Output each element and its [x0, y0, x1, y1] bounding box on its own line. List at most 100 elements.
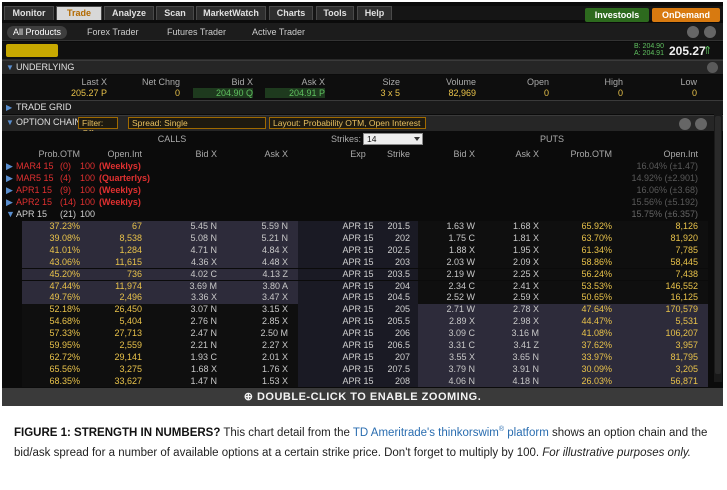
option-cell[interactable]: 26.03%	[552, 376, 612, 386]
scrollbar-thumb[interactable]	[715, 116, 721, 374]
option-cell[interactable]: 47.44%	[20, 281, 80, 291]
option-cell[interactable]: 54.68%	[20, 316, 80, 326]
section-menu-icon[interactable]	[707, 62, 718, 73]
option-cell[interactable]: 3.80 A	[228, 281, 288, 291]
column-header[interactable]: Strike	[348, 149, 410, 159]
option-cell[interactable]: 3,957	[638, 340, 698, 350]
option-cell[interactable]: 7,438	[638, 269, 698, 279]
option-cell[interactable]: 8,126	[638, 221, 698, 231]
option-cell[interactable]: 146,552	[638, 281, 698, 291]
option-cell[interactable]: 3.31 C	[415, 340, 475, 350]
option-cell[interactable]: 5.59 N	[228, 221, 288, 231]
symbol-input[interactable]	[6, 44, 58, 57]
option-cell[interactable]: 1.68 X	[157, 364, 217, 374]
investools-button[interactable]: Investools	[585, 8, 649, 22]
option-row[interactable]: 43.06% 11,615 4.36 X 4.48 X APR 15 203 2.03 W2…	[2, 256, 714, 269]
subtab-forex-trader[interactable]: Forex Trader	[87, 26, 139, 39]
option-cell[interactable]: 81,920	[638, 233, 698, 243]
option-cell[interactable]: 2.01 X	[228, 352, 288, 362]
option-cell[interactable]: 30.09%	[552, 364, 612, 374]
option-cell[interactable]: 2.98 X	[479, 316, 539, 326]
subtab-active-trader[interactable]: Active Trader	[252, 26, 305, 39]
option-cell[interactable]: 3,205	[638, 364, 698, 374]
menu-tab-trade[interactable]: Trade	[56, 6, 102, 20]
option-row[interactable]: 41.01% 1,284 4.71 N 4.84 X APR 15 202.5 1.88 X…	[2, 244, 714, 257]
option-cell[interactable]: 1.63 W	[415, 221, 475, 231]
column-header[interactable]: Bid X	[413, 149, 475, 159]
option-cell[interactable]: 2.19 W	[415, 269, 475, 279]
option-cell[interactable]: 1,284	[82, 245, 142, 255]
option-cell[interactable]: 41.01%	[20, 245, 80, 255]
trade-grid-section-header[interactable]: ▶ TRADE GRID	[2, 100, 723, 114]
option-cell[interactable]: 4.06 N	[415, 376, 475, 386]
column-header[interactable]: Open.Int	[80, 149, 142, 159]
option-cell[interactable]: 68.35%	[20, 376, 80, 386]
menu-tab-monitor[interactable]: Monitor	[4, 6, 54, 20]
option-cell[interactable]: 7,785	[638, 245, 698, 255]
option-cell[interactable]: 2.76 N	[157, 316, 217, 326]
caption-link[interactable]: TD Ameritrade's thinkorswim	[353, 427, 499, 439]
strikes-dropdown[interactable]: 14	[363, 133, 423, 145]
option-cell[interactable]: 3.16 M	[479, 328, 539, 338]
option-cell[interactable]: 58,445	[638, 257, 698, 267]
option-cell[interactable]: 2,496	[82, 292, 142, 302]
option-row[interactable]: 59.95% 2,559 2.21 N 2.27 X APR 15 206.5 3.31 C…	[2, 340, 714, 352]
expiration-row[interactable]: ▶ APR2 15 (14) 100 (Weeklys) 15.56% (±5.192)	[2, 197, 723, 209]
subtab-all-products[interactable]: All Products	[7, 26, 68, 39]
option-cell[interactable]: 3.79 N	[415, 364, 475, 374]
option-cell[interactable]: 3.41 Z	[479, 340, 539, 350]
option-cell[interactable]: 16,125	[638, 292, 698, 302]
column-header[interactable]: Ask X	[226, 149, 288, 159]
option-cell[interactable]: 49.76%	[20, 292, 80, 302]
caption-link-2[interactable]: platform	[504, 427, 549, 439]
option-cell[interactable]: 4.71 N	[157, 245, 217, 255]
option-cell[interactable]: 65.56%	[20, 364, 80, 374]
expiration-row[interactable]: ▶ MAR5 15 (4) 100 (Quarterlys) 14.92% (±2.901…	[2, 173, 723, 185]
option-cell[interactable]: 81,795	[638, 352, 698, 362]
option-cell[interactable]: 41.08%	[552, 328, 612, 338]
option-row[interactable]: 45.20% 736 4.02 C 4.13 Z APR 15 203.5 2.19 W 2.…	[2, 268, 714, 281]
option-cell[interactable]: 61.34%	[552, 245, 612, 255]
option-row[interactable]: 68.35% 33,627 1.47 N 1.53 X APR 15 208 4.06 N4…	[2, 375, 714, 388]
option-cell[interactable]: 2.59 X	[479, 292, 539, 302]
option-cell[interactable]: 44.47%	[552, 316, 612, 326]
option-cell[interactable]: 2.41 X	[479, 281, 539, 291]
menu-tab-help[interactable]: Help	[357, 6, 392, 20]
option-cell[interactable]: 52.18%	[20, 304, 80, 314]
layout-dropdown[interactable]: Layout: Probability OTM, Open Interest	[269, 117, 426, 129]
expiration-row[interactable]: ▼ APR 15 (21) 100 15.75% (±6.357)	[2, 209, 723, 221]
option-cell[interactable]: 5,404	[82, 316, 142, 326]
option-cell[interactable]: 1.53 X	[228, 376, 288, 386]
option-cell[interactable]: 33,627	[82, 376, 142, 386]
option-row[interactable]: 47.44% 11,974 3.69 M 3.80 A APR 15 204 2.34 C2…	[2, 280, 714, 293]
option-row[interactable]: 65.56% 3,275 1.68 X 1.76 X APR 15 207.5 3.79 N…	[2, 363, 714, 376]
option-cell[interactable]: 4.84 X	[228, 245, 288, 255]
menu-tab-tools[interactable]: Tools	[316, 6, 354, 20]
ondemand-button[interactable]: OnDemand	[652, 8, 720, 22]
chain-settings-icon[interactable]	[679, 118, 691, 130]
expiration-row[interactable]: ▶ MAR4 15 (0) 100 (Weeklys) 16.04% (±1.47)	[2, 161, 723, 173]
option-cell[interactable]: 5,531	[638, 316, 698, 326]
chain-menu-icon[interactable]	[695, 118, 707, 130]
option-cell[interactable]: 5.08 N	[157, 233, 217, 243]
option-cell[interactable]: 8,538	[82, 233, 142, 243]
option-cell[interactable]: 3.36 X	[157, 292, 217, 302]
option-cell[interactable]: 4.48 X	[228, 257, 288, 267]
subtab-futures-trader[interactable]: Futures Trader	[167, 26, 226, 39]
option-cell[interactable]: 11,615	[82, 257, 142, 267]
option-cell[interactable]: 5.45 N	[157, 221, 217, 231]
zoom-hint-bar[interactable]: ⊕ DOUBLE-CLICK TO ENABLE ZOOMING.	[2, 388, 723, 406]
option-cell[interactable]: 1.47 N	[157, 376, 217, 386]
settings-gear-icon[interactable]	[687, 26, 699, 38]
option-row[interactable]: 52.18% 26,450 3.07 N 3.15 X APR 15 205 2.71 W2…	[2, 304, 714, 317]
option-cell[interactable]: 4.13 Z	[228, 269, 288, 279]
option-cell[interactable]: 2.25 X	[479, 269, 539, 279]
column-header[interactable]: Prob.OTM	[18, 149, 80, 159]
option-cell[interactable]: 33.97%	[552, 352, 612, 362]
option-cell[interactable]: 26,450	[82, 304, 142, 314]
menu-tab-marketwatch[interactable]: MarketWatch	[196, 6, 266, 20]
option-cell[interactable]: 2.47 N	[157, 328, 217, 338]
underlying-section-header[interactable]: ▼ UNDERLYING	[2, 60, 723, 74]
option-cell[interactable]: 53.53%	[552, 281, 612, 291]
option-cell[interactable]: 47.64%	[552, 304, 612, 314]
